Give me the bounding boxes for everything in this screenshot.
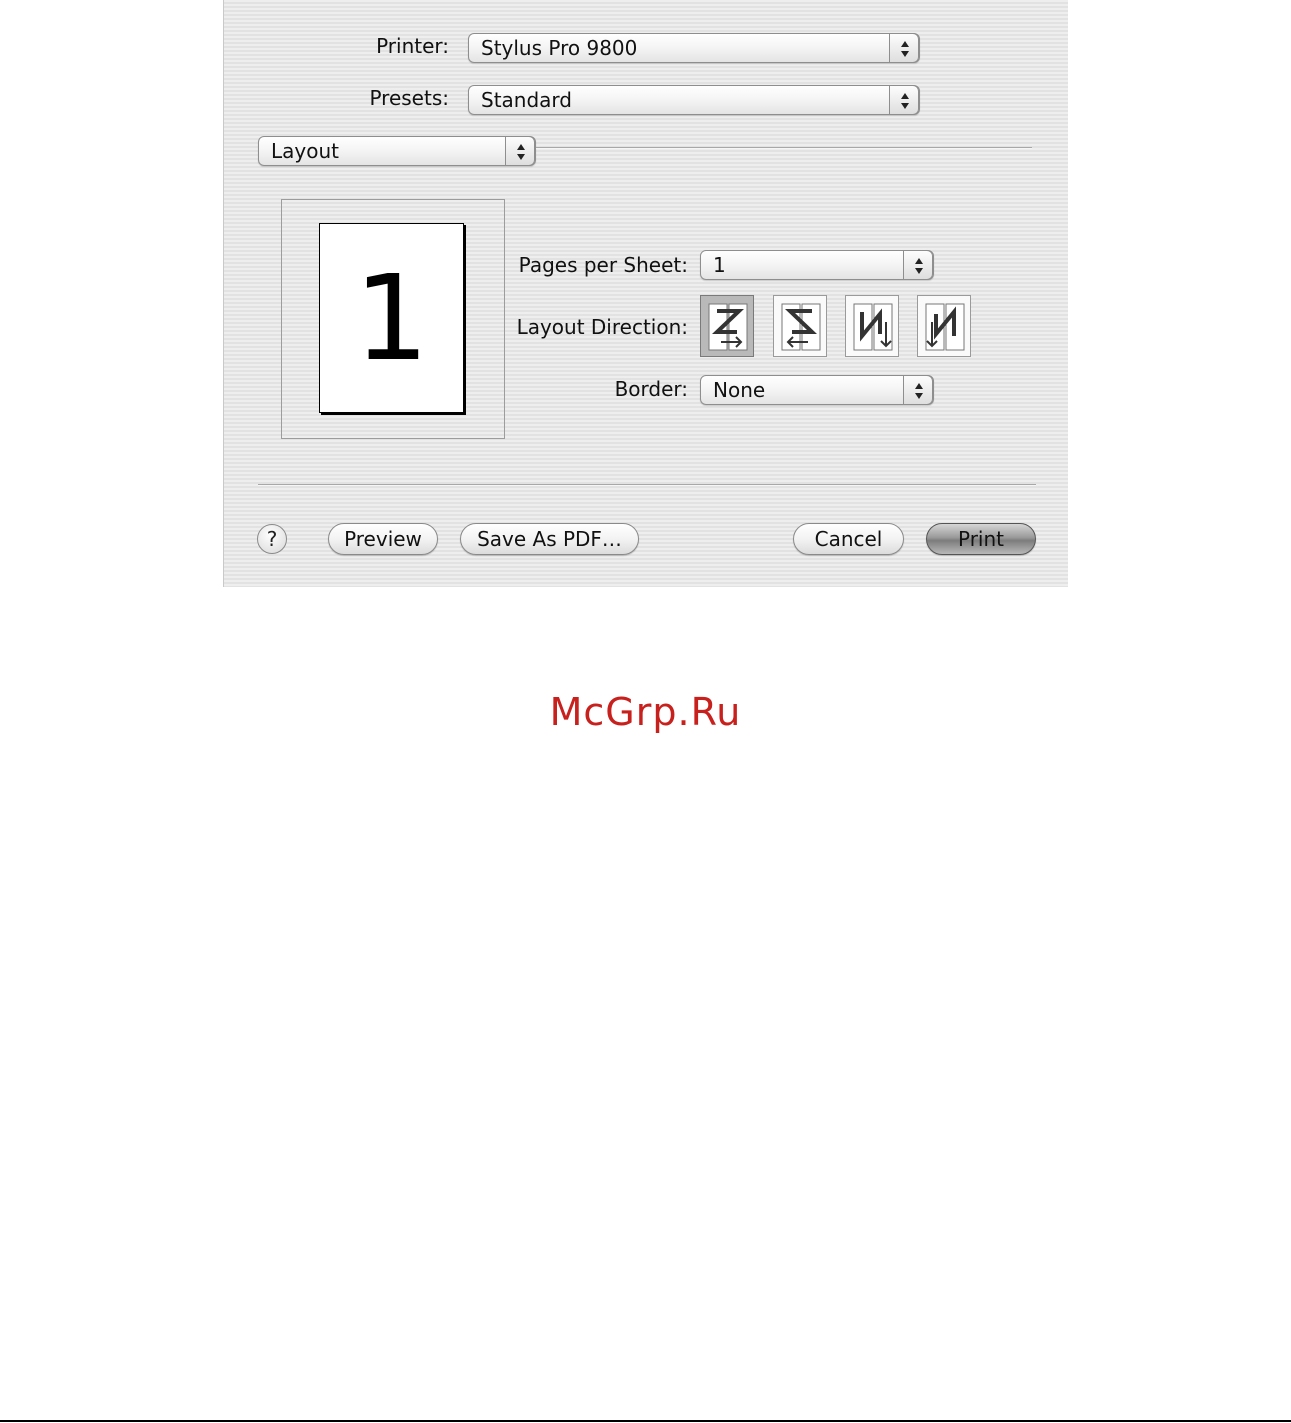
presets-select[interactable]: Standard bbox=[468, 85, 920, 115]
pages-per-sheet-value: 1 bbox=[713, 253, 726, 277]
panel-select[interactable]: Layout bbox=[258, 136, 536, 166]
updown-arrows-icon bbox=[903, 250, 933, 280]
border-value: None bbox=[713, 378, 766, 402]
direction-option-4[interactable] bbox=[917, 295, 971, 357]
layout-direction-label: Layout Direction: bbox=[516, 315, 688, 339]
top-bottom-right-left-icon bbox=[925, 303, 965, 351]
border-select[interactable]: None bbox=[700, 375, 934, 405]
page-bottom-rule bbox=[0, 1420, 1291, 1422]
pages-per-sheet-label: Pages per Sheet: bbox=[518, 253, 688, 277]
preview-button[interactable]: Preview bbox=[328, 523, 438, 555]
left-right-top-bottom-icon bbox=[708, 303, 748, 351]
updown-arrows-icon bbox=[505, 136, 535, 166]
direction-option-2[interactable] bbox=[773, 295, 827, 357]
updown-arrows-icon bbox=[903, 375, 933, 405]
right-left-top-bottom-icon bbox=[781, 303, 821, 351]
presets-label: Presets: bbox=[369, 86, 449, 110]
pages-per-sheet-select[interactable]: 1 bbox=[700, 250, 934, 280]
printer-value: Stylus Pro 9800 bbox=[481, 36, 638, 60]
cancel-button[interactable]: Cancel bbox=[793, 523, 904, 555]
layout-preview: 1 bbox=[281, 199, 505, 439]
direction-option-1[interactable] bbox=[700, 295, 754, 357]
direction-option-3[interactable] bbox=[845, 295, 899, 357]
help-button[interactable]: ? bbox=[257, 524, 287, 554]
watermark-text: McGrp.Ru bbox=[549, 690, 742, 734]
preview-sheet: 1 bbox=[319, 223, 464, 413]
presets-value: Standard bbox=[481, 88, 572, 112]
updown-arrows-icon bbox=[889, 85, 919, 115]
bottom-separator bbox=[258, 484, 1036, 486]
print-dialog: Printer: Stylus Pro 9800 Presets: Standa… bbox=[223, 0, 1068, 587]
save-as-pdf-button[interactable]: Save As PDF… bbox=[460, 523, 639, 555]
print-button[interactable]: Print bbox=[926, 523, 1036, 555]
updown-arrows-icon bbox=[889, 33, 919, 63]
printer-label: Printer: bbox=[376, 34, 449, 58]
panel-value: Layout bbox=[271, 139, 339, 163]
top-bottom-left-right-icon bbox=[853, 303, 893, 351]
printer-select[interactable]: Stylus Pro 9800 bbox=[468, 33, 920, 63]
panel-separator bbox=[536, 147, 1032, 149]
border-label: Border: bbox=[614, 377, 688, 401]
